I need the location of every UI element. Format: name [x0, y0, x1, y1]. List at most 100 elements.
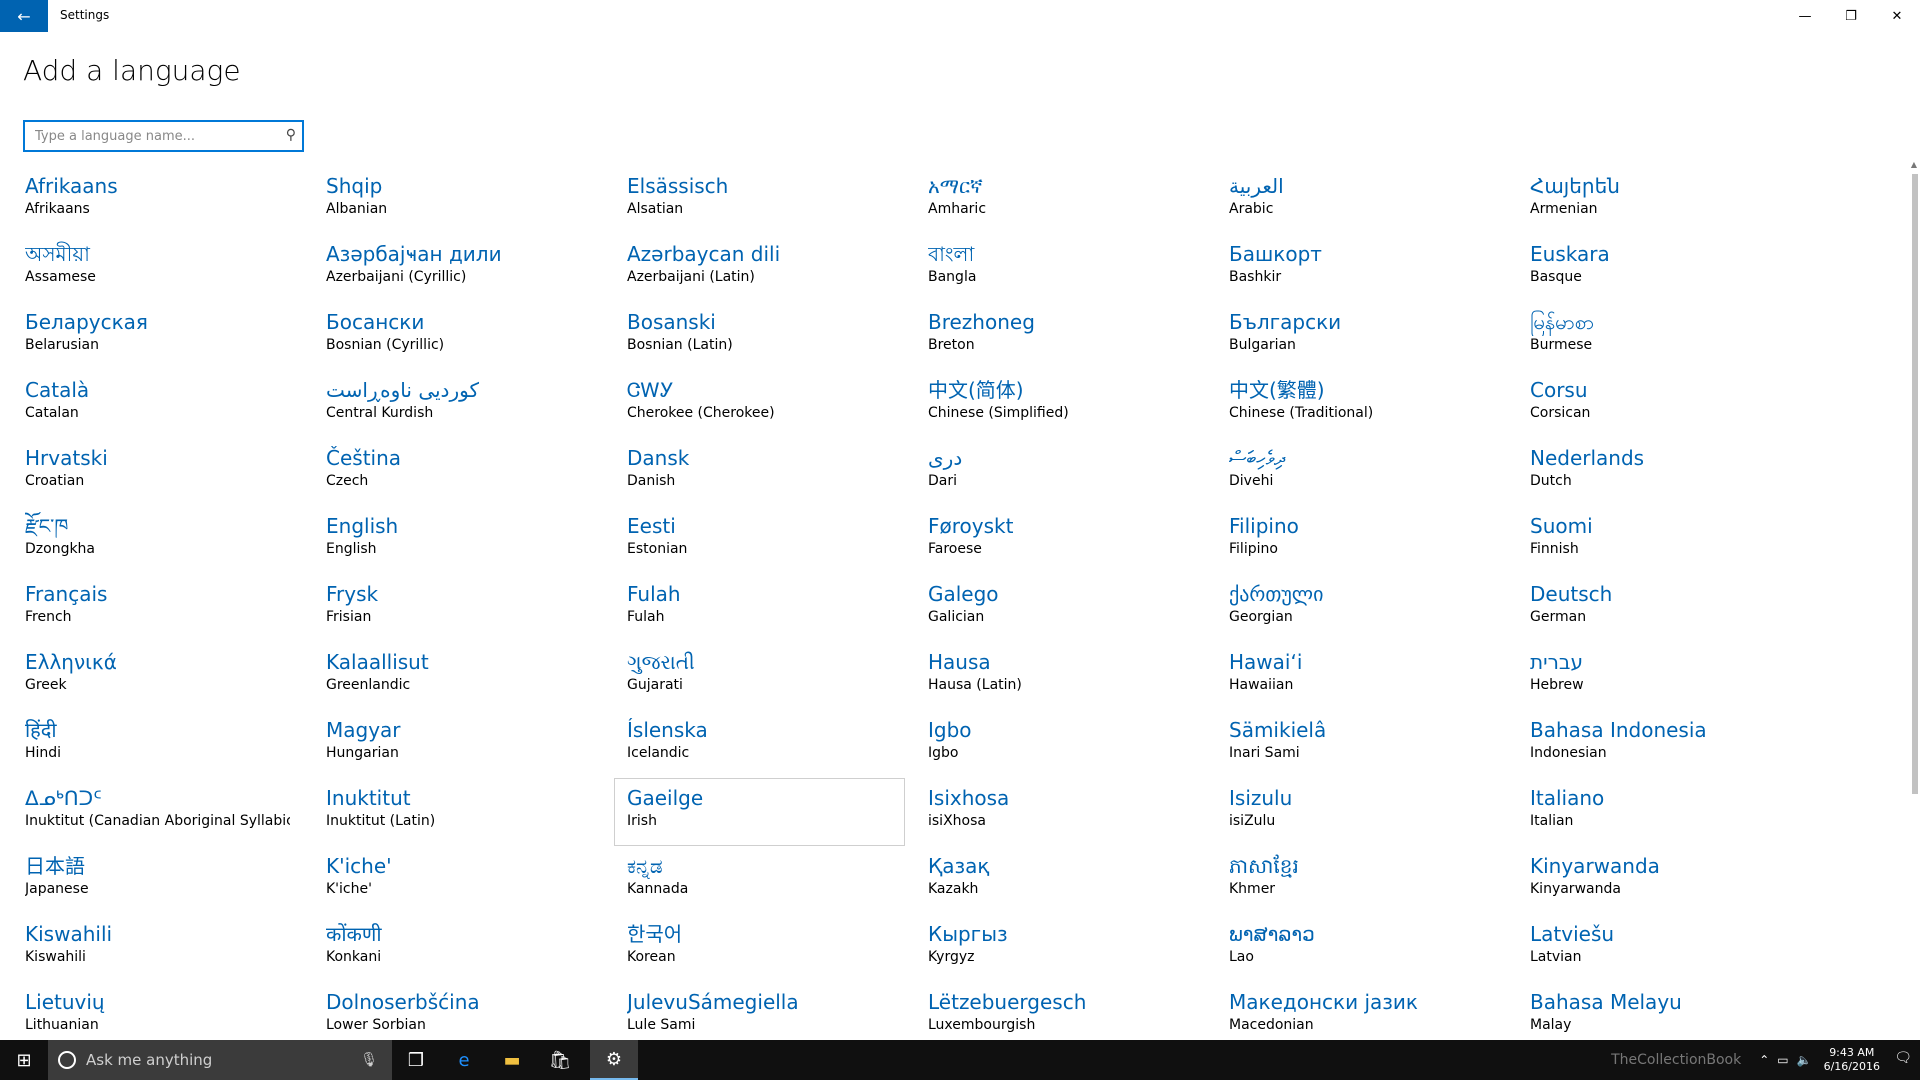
edge-button[interactable]: e	[440, 1040, 488, 1080]
language-item[interactable]: العربية Arabic	[1216, 166, 1507, 234]
language-item[interactable]: कोंकणी Konkani	[313, 914, 604, 982]
language-item[interactable]: Fulah Fulah	[614, 574, 905, 642]
language-item[interactable]: 日本語 Japanese	[12, 846, 303, 914]
language-item[interactable]: Ελληνικά Greek	[12, 642, 303, 710]
language-item[interactable]: Sämikielâ Inari Sami	[1216, 710, 1507, 778]
notifications-icon[interactable]: 🗨	[1894, 1050, 1912, 1066]
minimize-button[interactable]: —	[1782, 0, 1828, 32]
language-item[interactable]: ᐃᓄᒃᑎᑐᑦ Inuktitut (Canadian Aboriginal Syl…	[12, 778, 303, 846]
language-item[interactable]: हिंदी Hindi	[12, 710, 303, 778]
language-item[interactable]: Français French	[12, 574, 303, 642]
language-item[interactable]: অসমীয়া Assamese	[12, 234, 303, 302]
language-item[interactable]: Filipino Filipino	[1216, 506, 1507, 574]
language-item[interactable]: Қазақ Kazakh	[915, 846, 1206, 914]
language-item[interactable]: Gaeilge Irish	[614, 778, 905, 846]
language-item[interactable]: Shqip Albanian	[313, 166, 604, 234]
language-english-name: Chinese (Simplified)	[928, 405, 1069, 421]
language-item[interactable]: ಕನ್ನಡ Kannada	[614, 846, 905, 914]
language-item[interactable]: ភាសាខ្មែរ Khmer	[1216, 846, 1507, 914]
language-item[interactable]: Čeština Czech	[313, 438, 604, 506]
language-item[interactable]: Hausa Hausa (Latin)	[915, 642, 1206, 710]
language-item[interactable]: עברית Hebrew	[1517, 642, 1808, 710]
language-item[interactable]: Hawaiʻi Hawaiian	[1216, 642, 1507, 710]
language-item[interactable]: درى Dari	[915, 438, 1206, 506]
restore-button[interactable]: ❐	[1828, 0, 1874, 32]
language-item[interactable]: Азәрбајҹан дили Azerbaijani (Cyrillic)	[313, 234, 604, 302]
language-item[interactable]: Հայերեն Armenian	[1517, 166, 1808, 234]
volume-icon[interactable]: 🔈	[1797, 1053, 1812, 1067]
language-item[interactable]: Беларуская Belarusian	[12, 302, 303, 370]
language-item[interactable]: Brezhoneg Breton	[915, 302, 1206, 370]
language-item[interactable]: Dansk Danish	[614, 438, 905, 506]
settings-taskbar-button[interactable]: ⚙	[590, 1040, 638, 1080]
language-item[interactable]: Frysk Frisian	[313, 574, 604, 642]
language-item[interactable]: Latviešu Latvian	[1517, 914, 1808, 982]
language-item[interactable]: Български Bulgarian	[1216, 302, 1507, 370]
language-item[interactable]: Башкорт Bashkir	[1216, 234, 1507, 302]
store-button[interactable]: 🛍	[536, 1040, 584, 1080]
language-item[interactable]: Kiswahili Kiswahili	[12, 914, 303, 982]
cortana-search-box[interactable]: Ask me anything 🎙	[48, 1040, 392, 1080]
language-item[interactable]: Igbo Igbo	[915, 710, 1206, 778]
language-item[interactable]: Íslenska Icelandic	[614, 710, 905, 778]
battery-icon[interactable]: ▭	[1777, 1053, 1788, 1067]
language-item[interactable]: ພາສາລາວ Lao	[1216, 914, 1507, 982]
language-item[interactable]: Suomi Finnish	[1517, 506, 1808, 574]
language-item[interactable]: Кыргыз Kyrgyz	[915, 914, 1206, 982]
language-item[interactable]: Føroyskt Faroese	[915, 506, 1206, 574]
file-explorer-button[interactable]: ▬	[488, 1040, 536, 1080]
language-search-input[interactable]	[25, 122, 265, 150]
language-item[interactable]: Eesti Estonian	[614, 506, 905, 574]
language-item[interactable]: Magyar Hungarian	[313, 710, 604, 778]
language-item[interactable]: Inuktitut Inuktitut (Latin)	[313, 778, 604, 846]
language-item[interactable]: 한국어 Korean	[614, 914, 905, 982]
language-item[interactable]: Kalaallisut Greenlandic	[313, 642, 604, 710]
language-item[interactable]: ქართული Georgian	[1216, 574, 1507, 642]
language-item[interactable]: Corsu Corsican	[1517, 370, 1808, 438]
language-item[interactable]: ᏣᎳᎩ Cherokee (Cherokee)	[614, 370, 905, 438]
language-item[interactable]: 中文(繁體) Chinese (Traditional)	[1216, 370, 1507, 438]
language-native-name: Кыргыз	[928, 922, 1008, 946]
language-item[interactable]: বাংলা Bangla	[915, 234, 1206, 302]
language-item[interactable]: ગુજરાતી Gujarati	[614, 642, 905, 710]
scroll-up-icon[interactable]: ▲	[1908, 160, 1920, 174]
language-item[interactable]: Bahasa Indonesia Indonesian	[1517, 710, 1808, 778]
language-item[interactable]: አማርኛ Amharic	[915, 166, 1206, 234]
language-item[interactable]: Italiano Italian	[1517, 778, 1808, 846]
language-item[interactable]: Nederlands Dutch	[1517, 438, 1808, 506]
language-search-box[interactable]: ⚲	[23, 120, 304, 152]
language-item[interactable]: Isizulu isiZulu	[1216, 778, 1507, 846]
language-item[interactable]: Elsässisch Alsatian	[614, 166, 905, 234]
start-button[interactable]: ⊞	[0, 1040, 48, 1080]
language-english-name: Latvian	[1530, 949, 1582, 965]
language-item[interactable]: Isixhosa isiXhosa	[915, 778, 1206, 846]
search-icon[interactable]: ⚲	[286, 127, 296, 143]
scrollbar[interactable]: ▲	[1908, 160, 1920, 1040]
language-item[interactable]: မြန်မာစာ Burmese	[1517, 302, 1808, 370]
language-item[interactable]: Hrvatski Croatian	[12, 438, 303, 506]
language-native-name: Filipino	[1229, 514, 1299, 538]
chevron-up-icon[interactable]: ⌃	[1759, 1053, 1769, 1067]
language-item[interactable]: Deutsch German	[1517, 574, 1808, 642]
language-english-name: Corsican	[1530, 405, 1591, 421]
scrollbar-thumb[interactable]	[1912, 174, 1918, 794]
language-item[interactable]: K'iche' K'iche'	[313, 846, 604, 914]
task-view-button[interactable]: ❒	[392, 1040, 440, 1080]
language-item[interactable]: Galego Galician	[915, 574, 1206, 642]
microphone-icon[interactable]: 🎙	[360, 1052, 378, 1068]
language-item[interactable]: Català Catalan	[12, 370, 303, 438]
clock[interactable]: 9:43 AM 6/16/2016	[1824, 1046, 1880, 1074]
language-item[interactable]: Босански Bosnian (Cyrillic)	[313, 302, 604, 370]
language-item[interactable]: Afrikaans Afrikaans	[12, 166, 303, 234]
back-button[interactable]: ←	[0, 0, 48, 32]
language-item[interactable]: རྫོང་ཁ Dzongkha	[12, 506, 303, 574]
language-item[interactable]: English English	[313, 506, 604, 574]
language-item[interactable]: Kinyarwanda Kinyarwanda	[1517, 846, 1808, 914]
language-item[interactable]: Azərbaycan dili Azerbaijani (Latin)	[614, 234, 905, 302]
language-item[interactable]: کوردیی ناوەڕاست Central Kurdish	[313, 370, 604, 438]
language-item[interactable]: Euskara Basque	[1517, 234, 1808, 302]
language-item[interactable]: Bosanski Bosnian (Latin)	[614, 302, 905, 370]
language-item[interactable]: 中文(简体) Chinese (Simplified)	[915, 370, 1206, 438]
language-item[interactable]: ދިވެހިބަސް Divehi	[1216, 438, 1507, 506]
close-button[interactable]: ✕	[1874, 0, 1920, 32]
